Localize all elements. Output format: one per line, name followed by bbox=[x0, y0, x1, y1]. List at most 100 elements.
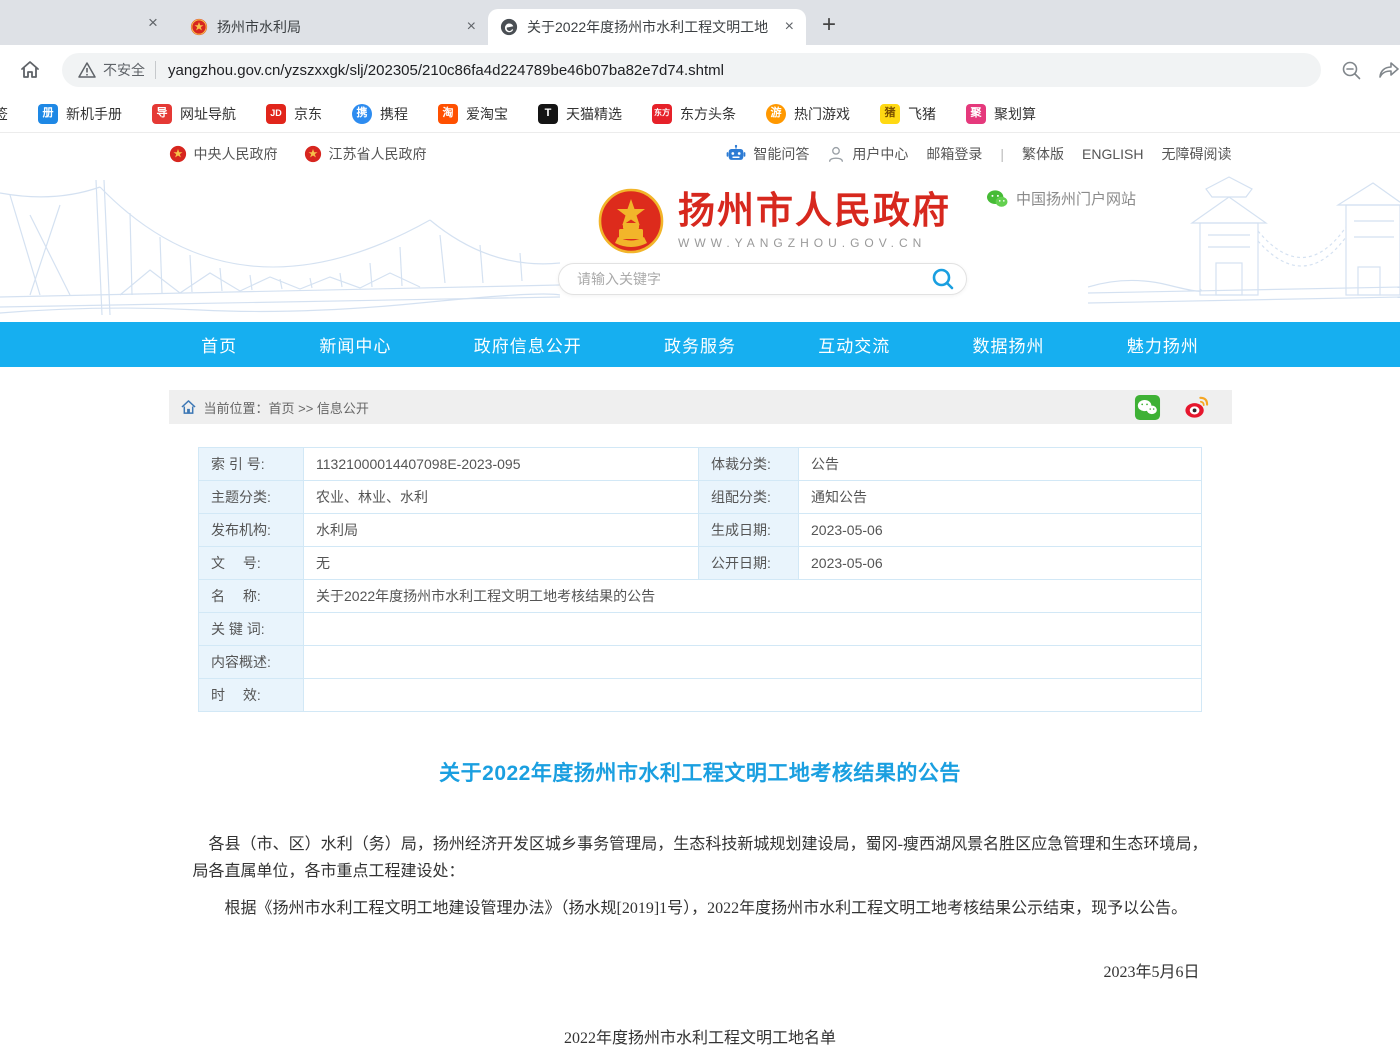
tab-yangzhou-water-bureau[interactable]: 扬州市水利局 × bbox=[178, 9, 488, 45]
tab-close-icon[interactable]: × bbox=[785, 18, 794, 36]
tab-strip: × 扬州市水利局 × 关于2022年度扬州市水利工程文明工地 × + bbox=[0, 0, 1400, 45]
link-user-center[interactable]: 用户中心 bbox=[827, 144, 908, 164]
search-input[interactable] bbox=[575, 270, 930, 288]
article: 关于2022年度扬州市水利工程文明工地考核结果的公告 各县（市、区）水利（务）局… bbox=[169, 757, 1232, 1048]
bookmark-juhuasuan[interactable]: 聚 聚划算 bbox=[966, 104, 1036, 124]
bookmark-label: 爱淘宝 bbox=[466, 104, 508, 124]
meta-label: 体裁分类: bbox=[699, 448, 799, 481]
nav-charming-yangzhou[interactable]: 魅力扬州 bbox=[1127, 332, 1199, 357]
link-jiangsu-government[interactable]: 江苏省人民政府 bbox=[304, 144, 427, 164]
nav-home[interactable]: 首页 bbox=[201, 332, 237, 357]
nav-gov-info-disclosure[interactable]: 政府信息公开 bbox=[474, 332, 582, 357]
security-status[interactable]: 不安全 bbox=[103, 60, 145, 80]
browser-toolbar: 不安全 yangzhou.gov.cn/yzszxxgk/slj/202305/… bbox=[0, 45, 1400, 95]
bridge-line-art bbox=[0, 175, 560, 322]
meta-value: 2023-05-06 bbox=[799, 547, 1202, 580]
wechat-share-icon[interactable] bbox=[1134, 394, 1161, 421]
nav-gov-services[interactable]: 政务服务 bbox=[664, 332, 736, 357]
article-title: 关于2022年度扬州市水利工程文明工地考核结果的公告 bbox=[169, 757, 1232, 787]
wechat-icon bbox=[986, 189, 1008, 209]
breadcrumb-text[interactable]: 当前位置：首页 >> 信息公开 bbox=[204, 398, 369, 417]
meta-value bbox=[304, 646, 1202, 679]
bookmark-label: 新机手册 bbox=[66, 104, 122, 124]
link-smart-qa[interactable]: 智能问答 bbox=[726, 144, 809, 164]
bookmark-label: 京东 bbox=[294, 104, 322, 124]
nav-data-yangzhou[interactable]: 数据扬州 bbox=[973, 332, 1045, 357]
meta-value: 11321000014407098E-2023-095 bbox=[304, 448, 699, 481]
table-row: 索 引 号: 11321000014407098E-2023-095 体裁分类:… bbox=[199, 448, 1202, 481]
bookmark-ctrip[interactable]: 携 携程 bbox=[352, 104, 408, 124]
national-emblem-icon bbox=[597, 187, 665, 255]
bookmark-label: 网址导航 bbox=[180, 104, 236, 124]
link-english[interactable]: ENGLISH bbox=[1082, 146, 1143, 162]
link-central-government[interactable]: 中央人民政府 bbox=[169, 144, 278, 164]
site-logo[interactable]: 扬州市人民政府 WWW.YANGZHOU.GOV.CN bbox=[597, 187, 951, 255]
taobao-icon: 淘 bbox=[438, 104, 458, 124]
tab-close-icon[interactable]: × bbox=[467, 18, 476, 36]
bookmark-jd[interactable]: JD 京东 bbox=[266, 104, 322, 124]
article-paragraph: 各县（市、区）水利（务）局，扬州经济开发区城乡事务管理局，生态科技新城规划建设局… bbox=[193, 831, 1208, 885]
weibo-share-icon[interactable] bbox=[1183, 394, 1210, 421]
bookmark-hot-games[interactable]: 游 热门游戏 bbox=[766, 104, 850, 124]
meta-label: 主题分类: bbox=[199, 481, 304, 514]
tmall-icon: T bbox=[538, 104, 558, 124]
meta-label: 发布机构: bbox=[199, 514, 304, 547]
robot-icon bbox=[726, 144, 746, 164]
table-row: 发布机构: 水利局 生成日期: 2023-05-06 bbox=[199, 514, 1202, 547]
meta-label: 内容概述: bbox=[199, 646, 304, 679]
link-label: 用户中心 bbox=[852, 144, 908, 164]
meta-value: 2023-05-06 bbox=[799, 514, 1202, 547]
bookmark-eastday[interactable]: 东方 东方头条 bbox=[652, 104, 736, 124]
home-icon[interactable] bbox=[18, 58, 42, 82]
games-icon: 游 bbox=[766, 104, 786, 124]
meta-label: 名 称: bbox=[199, 580, 304, 613]
bookmark-label: 飞猪 bbox=[908, 104, 936, 124]
portal-label[interactable]: 中国扬州门户网站 bbox=[986, 188, 1136, 209]
home-breadcrumb-icon bbox=[181, 400, 196, 414]
bookmark-fliggy[interactable]: 猪 飞猪 bbox=[880, 104, 936, 124]
table-row: 主题分类: 农业、林业、水利 组配分类: 通知公告 bbox=[199, 481, 1202, 514]
meta-value: 公告 bbox=[799, 448, 1202, 481]
bookmark-label: 东方头条 bbox=[680, 104, 736, 124]
jd-icon: JD bbox=[266, 104, 286, 124]
meta-value: 农业、林业、水利 bbox=[304, 481, 699, 514]
table-row: 时 效: bbox=[199, 679, 1202, 712]
bookmark-label: 天猫精选 bbox=[566, 104, 622, 124]
tab-active-announcement[interactable]: 关于2022年度扬州市水利工程文明工地 × bbox=[488, 9, 806, 45]
bookmark-phone-bookmarks[interactable]: 机书签 bbox=[0, 104, 8, 124]
meta-value bbox=[304, 613, 1202, 646]
zoom-out-icon[interactable] bbox=[1340, 59, 1363, 82]
tab-close-icon[interactable]: × bbox=[148, 13, 158, 33]
bookmarks-bar: 机书签 册 新机手册 导 网址导航 JD 京东 携 携程 淘 爱淘宝 T 天猫精… bbox=[0, 95, 1400, 133]
search-icon[interactable] bbox=[930, 266, 956, 292]
table-row: 名 称: 关于2022年度扬州市水利工程文明工地考核结果的公告 bbox=[199, 580, 1202, 613]
new-tab-button[interactable]: + bbox=[822, 13, 836, 37]
url-text[interactable]: yangzhou.gov.cn/yzszxxgk/slj/202305/210c… bbox=[168, 62, 724, 79]
link-mail-login[interactable]: 邮箱登录 bbox=[926, 144, 982, 164]
dark-e-favicon bbox=[500, 18, 518, 36]
meta-value: 通知公告 bbox=[799, 481, 1202, 514]
ctrip-icon: 携 bbox=[352, 104, 372, 124]
meta-value: 水利局 bbox=[304, 514, 699, 547]
bookmark-aitaobao[interactable]: 淘 爱淘宝 bbox=[438, 104, 508, 124]
bookmark-tmall[interactable]: T 天猫精选 bbox=[538, 104, 622, 124]
metadata-table: 索 引 号: 11321000014407098E-2023-095 体裁分类:… bbox=[198, 447, 1202, 712]
link-accessible-reading[interactable]: 无障碍阅读 bbox=[1162, 144, 1232, 164]
address-bar[interactable]: 不安全 yangzhou.gov.cn/yzszxxgk/slj/202305/… bbox=[62, 53, 1321, 87]
site-name: 扬州市人民政府 bbox=[678, 192, 951, 233]
bookmark-label: 聚划算 bbox=[994, 104, 1036, 124]
user-icon bbox=[827, 145, 845, 163]
meta-value bbox=[304, 679, 1202, 712]
nav-interaction[interactable]: 互动交流 bbox=[818, 332, 890, 357]
bookmark-url-navigation[interactable]: 导 网址导航 bbox=[152, 104, 236, 124]
site-url-text: WWW.YANGZHOU.GOV.CN bbox=[678, 236, 951, 250]
meta-label: 文 号: bbox=[199, 547, 304, 580]
share-icon[interactable] bbox=[1377, 58, 1400, 82]
link-traditional-chinese[interactable]: 繁体版 bbox=[1022, 144, 1064, 164]
bookmark-new-device-manual[interactable]: 册 新机手册 bbox=[38, 104, 122, 124]
nav-news-center[interactable]: 新闻中心 bbox=[319, 332, 391, 357]
juhuasuan-icon: 聚 bbox=[966, 104, 986, 124]
gov-emblem-favicon bbox=[190, 18, 208, 36]
meta-value: 关于2022年度扬州市水利工程文明工地考核结果的公告 bbox=[304, 580, 1202, 613]
link-label: 江苏省人民政府 bbox=[329, 144, 427, 164]
